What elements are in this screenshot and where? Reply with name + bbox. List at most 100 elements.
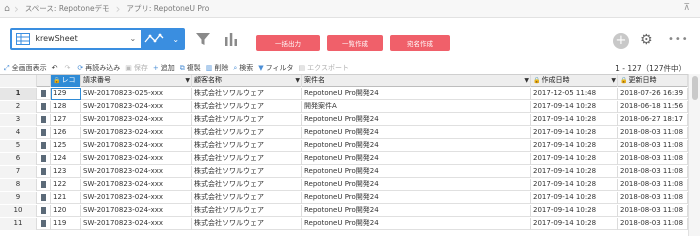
case-cell[interactable]: RepotoneU Pro開発24: [302, 153, 531, 165]
table-row[interactable]: 5 125 SW-20170823-024-xxx 株式会社ソワルウェア Repoton…: [0, 140, 688, 152]
created-cell[interactable]: 2017-09-14 10:28: [531, 140, 618, 152]
customer-cell[interactable]: 株式会社ソワルウェア: [192, 114, 302, 126]
record-cell[interactable]: 119: [51, 218, 81, 230]
doc-cell[interactable]: [37, 192, 51, 204]
updated-cell[interactable]: 2018-08-03 11:08: [618, 166, 688, 178]
document-icon[interactable]: [41, 103, 46, 110]
doc-cell[interactable]: [37, 205, 51, 217]
case-cell[interactable]: RepotoneU Pro開発24: [302, 179, 531, 191]
delete-button[interactable]: ▥ 削除: [206, 63, 229, 73]
record-cell[interactable]: 125: [51, 140, 81, 152]
document-icon[interactable]: [41, 155, 46, 162]
row-number-cell[interactable]: 5: [0, 140, 37, 152]
updated-cell[interactable]: 2018-06-18 11:56: [618, 101, 688, 113]
col-header-created[interactable]: 🔒作成日時 ▼: [531, 75, 618, 87]
created-cell[interactable]: 2017-09-14 10:28: [531, 166, 618, 178]
created-cell[interactable]: 2017-09-14 10:28: [531, 153, 618, 165]
case-cell[interactable]: 開発案件A: [302, 101, 531, 113]
undo-button[interactable]: ↶: [52, 64, 60, 72]
dropdown-arrow-icon[interactable]: ▼: [611, 75, 616, 86]
doc-cell[interactable]: [37, 88, 51, 100]
more-icon[interactable]: •••: [668, 34, 689, 45]
record-cell[interactable]: 127: [51, 114, 81, 126]
updated-cell[interactable]: 2018-08-03 11:08: [618, 192, 688, 204]
copy-button[interactable]: ⧉ 複製: [180, 63, 201, 73]
pin-icon[interactable]: ⊼: [683, 3, 690, 13]
doc-cell[interactable]: [37, 101, 51, 113]
created-cell[interactable]: 2017-09-14 10:28: [531, 192, 618, 204]
created-cell[interactable]: 2017-09-14 10:28: [531, 114, 618, 126]
add-button[interactable]: + 追加: [153, 63, 175, 73]
filter-button[interactable]: [192, 28, 214, 50]
customer-cell[interactable]: 株式会社ソワルウェア: [192, 205, 302, 217]
col-header-case[interactable]: 案件名 ▼: [302, 75, 531, 87]
graph-view-button[interactable]: ⌄: [140, 30, 183, 48]
document-icon[interactable]: [41, 168, 46, 175]
case-cell[interactable]: RepotoneU Pro開発24: [302, 166, 531, 178]
row-number-cell[interactable]: 10: [0, 205, 37, 217]
case-cell[interactable]: RepotoneU Pro開発24: [302, 127, 531, 139]
doc-cell[interactable]: [37, 140, 51, 152]
bill-cell[interactable]: SW-20170823-024-xxx: [81, 205, 192, 217]
updated-cell[interactable]: 2018-08-03 11:08: [618, 153, 688, 165]
search-button[interactable]: ⌕ 検索: [233, 63, 253, 73]
updated-cell[interactable]: 2018-08-03 11:08: [618, 179, 688, 191]
row-number-cell[interactable]: 8: [0, 179, 37, 191]
customer-cell[interactable]: 株式会社ソワルウェア: [192, 153, 302, 165]
doc-cell[interactable]: [37, 179, 51, 191]
col-header-bill[interactable]: 請求番号 ▼: [81, 75, 192, 87]
bill-cell[interactable]: SW-20170823-024-xxx: [81, 153, 192, 165]
row-number-cell[interactable]: 9: [0, 192, 37, 204]
bill-cell[interactable]: SW-20170823-024-xxx: [81, 166, 192, 178]
customer-cell[interactable]: 株式会社ソワルウェア: [192, 127, 302, 139]
bill-cell[interactable]: SW-20170823-024-xxx: [81, 114, 192, 126]
chart-button[interactable]: [220, 28, 242, 50]
updated-cell[interactable]: 2018-08-03 11:08: [618, 140, 688, 152]
document-icon[interactable]: [41, 116, 46, 123]
table-row[interactable]: 11 119 SW-20170823-024-xxx 株式会社ソワルウェア Repoto…: [0, 218, 688, 230]
bill-cell[interactable]: SW-20170823-024-xxx: [81, 179, 192, 191]
created-cell[interactable]: 2017-09-14 10:28: [531, 127, 618, 139]
doc-cell[interactable]: [37, 218, 51, 230]
updated-cell[interactable]: 2018-08-03 11:08: [618, 205, 688, 217]
reload-button[interactable]: ⟳ 再読み込み: [77, 63, 120, 73]
corner-cell[interactable]: [0, 75, 37, 87]
updated-cell[interactable]: 2018-08-03 11:08: [618, 218, 688, 230]
scrollbar-thumb[interactable]: [692, 76, 698, 100]
case-cell[interactable]: RepotoneU Pro開発24: [302, 218, 531, 230]
row-number-cell[interactable]: 11: [0, 218, 37, 230]
list-create-button[interactable]: 一覧作成: [327, 35, 383, 51]
fullscreen-button[interactable]: ⤢ 全画面表示: [4, 63, 47, 73]
customer-cell[interactable]: 株式会社ソワルウェア: [192, 88, 302, 100]
plus-icon[interactable]: +: [613, 33, 629, 49]
breadcrumb-space[interactable]: スペース: Repotoneデモ: [19, 3, 116, 14]
table-row[interactable]: 4 126 SW-20170823-024-xxx 株式会社ソワルウェア Repoton…: [0, 127, 688, 139]
row-number-cell[interactable]: 6: [0, 153, 37, 165]
customer-cell[interactable]: 株式会社ソワルウェア: [192, 140, 302, 152]
bill-cell[interactable]: SW-20170823-024-xxx: [81, 192, 192, 204]
row-number-cell[interactable]: 3: [0, 114, 37, 126]
doc-cell[interactable]: [37, 114, 51, 126]
case-cell[interactable]: RepotoneU Pro開発24: [302, 114, 531, 126]
table-row[interactable]: 1 129 SW-20170823-025-xxx 株式会社ソワルウェア Repoton…: [0, 88, 688, 100]
col-header-customer[interactable]: 顧客名称 ▼: [192, 75, 302, 87]
created-cell[interactable]: 2017-09-14 10:28: [531, 179, 618, 191]
row-number-cell[interactable]: 4: [0, 127, 37, 139]
breadcrumb-app[interactable]: アプリ: RepotoneU Pro: [120, 3, 215, 14]
view-selector[interactable]: krewSheet ⌄ ⌄: [10, 28, 185, 50]
record-cell[interactable]: 123: [51, 166, 81, 178]
dropdown-arrow-icon[interactable]: ▼: [185, 75, 190, 86]
bill-cell[interactable]: SW-20170823-025-xxx: [81, 88, 192, 100]
case-cell[interactable]: RepotoneU Pro開発24: [302, 140, 531, 152]
table-row[interactable]: 10 120 SW-20170823-024-xxx 株式会社ソワルウェア Repoto…: [0, 205, 688, 217]
record-cell[interactable]: 120: [51, 205, 81, 217]
document-icon[interactable]: [41, 207, 46, 214]
table-row[interactable]: 3 127 SW-20170823-024-xxx 株式会社ソワルウェア Repoton…: [0, 114, 688, 126]
record-cell[interactable]: 129: [51, 88, 81, 100]
save-button[interactable]: ▣ 保存: [125, 63, 148, 73]
table-row[interactable]: 2 128 SW-20170823-024-xxx 株式会社ソワルウェア 開発案件A 20…: [0, 101, 688, 113]
col-header-updated[interactable]: 🔒更新日時: [618, 75, 688, 87]
redo-button[interactable]: ↷: [64, 64, 72, 72]
document-icon[interactable]: [41, 90, 46, 97]
dropdown-arrow-icon[interactable]: ▼: [295, 75, 300, 86]
